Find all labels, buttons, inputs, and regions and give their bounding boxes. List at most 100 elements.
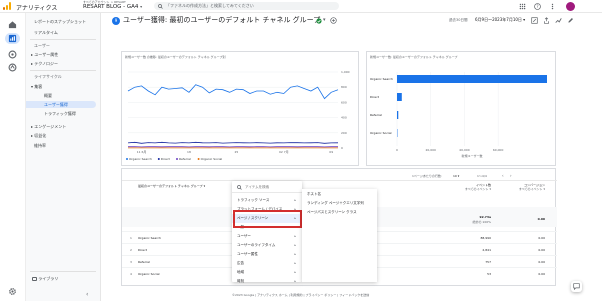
conversions-subheader-label: すべてのイベント [518,187,543,191]
submenu-item[interactable]: ランディング ページ＋クエリ文字列 [307,201,364,206]
reports-nav-active[interactable] [5,33,20,44]
legend-label[interactable]: Direct [161,157,171,161]
chevron-right-icon: ▸ [294,270,296,274]
legend-swatch [197,158,200,160]
search-icon [158,3,163,9]
sidebar-item-overview[interactable]: 概要 [44,93,52,99]
series-line[interactable] [127,141,339,144]
admin-gear-icon[interactable] [8,287,17,296]
legend-swatch [157,158,160,160]
library-link[interactable]: ライブラリ [32,276,58,282]
submenu-item[interactable]: ホスト名 [307,192,321,197]
help-icon[interactable]: ? [534,3,541,10]
property-selector[interactable]: RESART BLOG - GA4 ▾ [83,4,142,10]
page-title: ユーザー獲得: 最初のユーザーのデフォルト チャネル グループ [123,15,320,25]
title-dropdown-chevron[interactable]: ▾ [323,17,326,23]
property-name: RESART BLOG - GA4 [83,4,139,10]
series-line[interactable] [127,84,339,100]
prev-page-icon[interactable]: ‹ [502,173,504,178]
submenu-item[interactable]: ページパスとスクリーン クラス [307,210,357,215]
row-channel: Direct [138,248,147,252]
row-conversions: 0.00 [538,272,545,276]
sidebar-item-traffic-acquisition[interactable]: トラフィック獲得 [44,111,76,117]
home-icon[interactable] [8,20,17,29]
avatar[interactable] [566,2,575,11]
search-placeholder: 「ファネルの作成方法」と検索してみてください [166,3,254,8]
row-events: 88,990 [480,236,492,240]
add-comparison-icon[interactable] [330,17,337,24]
sidebar-section-lifecycle: ライフサイクル [34,74,62,79]
events-subheader[interactable]: すべてのイベント ▾ [453,187,491,191]
conversions-subheader[interactable]: すべてのイベント ▾ [507,187,545,191]
sidebar-item-demographics[interactable]: ▸ ユーザー属性 [31,52,58,58]
rows-per-page-value: 10 [453,174,457,178]
row-channel: Organic Social [138,272,160,276]
rows-per-page-select[interactable]: 10 ▾ [453,174,459,178]
product-name: アナリティクス [16,5,58,12]
date-range-label: 過去30日間 [449,18,468,22]
legend-label[interactable]: Organic Search [129,157,152,161]
customize-report-icon[interactable] [531,17,538,24]
sidebar-divider [30,271,96,272]
chat-bubble-icon [573,283,580,290]
library-label: ライブラリ [38,276,59,281]
menu-item[interactable]: 広告 ▸ [232,259,302,268]
sidebar-item-snapshot[interactable]: レポートのスナップショット [34,19,86,25]
feedback-button[interactable] [571,281,582,292]
menu-item[interactable]: ユーザーのライフタイム ▸ [232,241,302,250]
sidebar-item-tech[interactable]: ▸ テクノロジー [31,61,58,67]
sidebar-divider [30,39,96,40]
events-subheader-label: すべてのイベント [464,187,489,191]
footer-links[interactable]: ©2023 Google | アナリティクス ホーム | 利用規約 | プライバ… [232,293,432,297]
sidebar-item-label: 集客 [34,84,43,89]
bar[interactable] [397,111,399,119]
insights-icon[interactable] [555,17,562,24]
share-icon[interactable] [543,17,550,24]
menu-item[interactable]: ユーザー属性 ▸ [232,250,302,259]
sidebar-item-acquisition[interactable]: ▾ 集客 [31,84,42,90]
rows-per-page-label: 1ページあたりの行数: [412,174,442,178]
bar-chart[interactable]: 0 20,000 40,000 60,000 Organic Search Direct R… [367,52,557,167]
sidebar-item-user-acquisition[interactable]: ユーザー獲得 [26,101,96,108]
row-channel: Referral [138,260,150,264]
search-bar[interactable]: 「ファネルの作成方法」と検索してみてください [154,2,339,10]
menu-item[interactable]: トラフィック ソース ▸ [232,196,302,205]
apps-grid-icon[interactable] [519,3,526,10]
sidebar-item-engagement[interactable]: ▸ エンゲージメント [31,124,66,130]
menu-search-input[interactable] [245,184,297,190]
menu-item[interactable]: 地域 ▸ [232,268,302,277]
left-rail [0,13,26,301]
more-vert-icon[interactable] [549,3,556,10]
check-circle-icon[interactable] [316,18,322,24]
sidebar-item-realtime[interactable]: リアルタイム [34,30,58,36]
legend-label[interactable]: Referral [179,157,191,161]
sidebar-divider [30,70,96,71]
top-bar: アナリティクス すべてのアカウント > RESART RESART BLOG -… [0,0,602,13]
next-page-icon[interactable]: › [510,173,512,178]
sidebar-item-retention[interactable]: 維持率 [34,143,46,149]
explore-icon[interactable] [8,50,17,59]
menu-item[interactable]: ユーザー ▸ [232,232,302,241]
bar[interactable] [397,75,547,83]
edit-pencil-icon[interactable] [567,17,574,24]
menu-item[interactable]: 時刻 ▸ [232,277,302,286]
collapse-sidebar-icon[interactable]: ‹ [86,291,88,298]
svg-text:?: ? [536,4,538,9]
date-range-picker[interactable]: 6月9日〜2023年7月10日 ▾ [475,17,525,23]
bar[interactable] [397,93,402,101]
legend-label[interactable]: Organic Social [201,157,223,161]
legend-swatch [126,158,128,160]
y-tick-label: 800 [341,85,347,89]
row-channel: Organic Search [138,236,161,240]
row-conversions: 0.00 [538,260,545,264]
advertising-icon[interactable] [8,63,17,72]
line-chart[interactable]: 1,000 800 600 400 200 0 11 6月 18 25 02 7月 09 Organi… [122,52,360,167]
x-tick-label: 60,000 [493,148,504,152]
menu-item-label: 地域 [237,270,244,274]
bar-category-label: Organic Search [370,77,393,81]
sidebar-item-label: テクノロジー [34,61,59,66]
sidebar-item-monetization[interactable]: ▸ 収益化 [31,133,46,139]
report-badge[interactable]: 9 [112,17,120,25]
dimension-header[interactable]: 最初のユーザーのデフォルト チャネル グループ ▾ [138,184,205,188]
analytics-logo-icon[interactable] [3,2,12,10]
